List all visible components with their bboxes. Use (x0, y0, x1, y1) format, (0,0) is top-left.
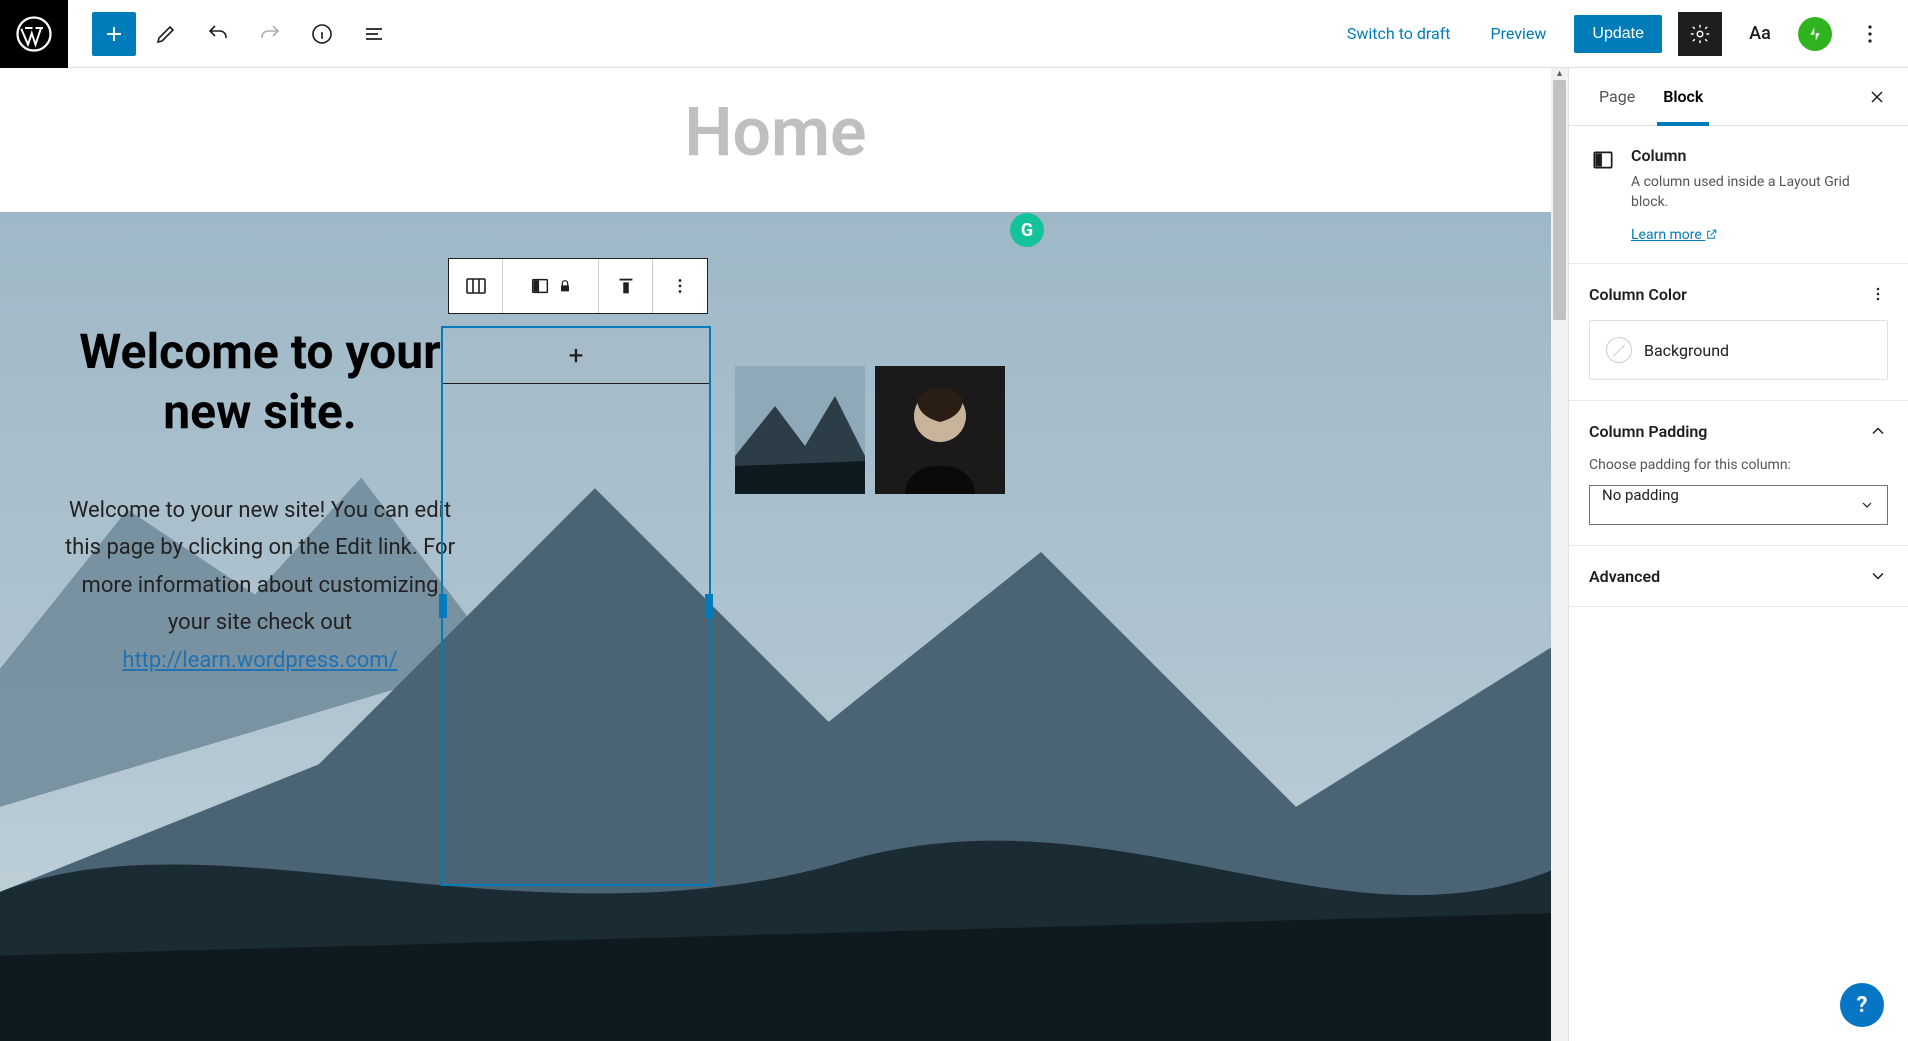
canvas-wrap: Home G + (0, 68, 1568, 1041)
typography-button[interactable]: Aa (1738, 23, 1782, 44)
block-name: Column (1631, 146, 1888, 165)
preview-link[interactable]: Preview (1479, 16, 1559, 51)
column-icon (1589, 146, 1617, 174)
wordpress-logo[interactable] (0, 0, 68, 68)
add-block-button[interactable] (92, 12, 136, 56)
info-button[interactable] (300, 12, 344, 56)
panel-color-title: Column Color (1589, 285, 1687, 304)
column-lock-button[interactable] (503, 259, 599, 313)
panel-padding-toggle[interactable]: Column Padding (1589, 421, 1888, 441)
background-label: Background (1644, 341, 1729, 360)
gallery-image-portrait[interactable] (875, 366, 1005, 494)
editor-topbar: Switch to draft Preview Update Aa (0, 0, 1908, 68)
color-more-icon[interactable] (1868, 284, 1888, 304)
lock-icon (557, 278, 573, 294)
parent-columns-button[interactable] (449, 259, 503, 313)
tab-block[interactable]: Block (1649, 68, 1717, 125)
redo-button[interactable] (248, 12, 292, 56)
padding-help: Choose padding for this column: (1589, 457, 1888, 473)
jetpack-button[interactable] (1798, 17, 1832, 51)
update-button[interactable]: Update (1574, 15, 1662, 53)
chevron-down-icon (1868, 566, 1888, 586)
gallery-image-mountain[interactable] (735, 366, 865, 494)
toolbar-right: Switch to draft Preview Update Aa (1335, 12, 1908, 56)
edit-tool-button[interactable] (144, 12, 188, 56)
welcome-block[interactable]: Welcome to your new site. Welcome to you… (60, 322, 460, 679)
editor-main: Home G + (0, 68, 1908, 1041)
tab-page[interactable]: Page (1585, 68, 1649, 125)
learn-link[interactable]: http://learn.wordpress.com/ (122, 648, 397, 673)
help-fab[interactable]: ? (1840, 983, 1884, 1027)
sidebar-tabs: Page Block (1569, 68, 1908, 126)
switch-to-draft-link[interactable]: Switch to draft (1335, 16, 1463, 51)
welcome-heading[interactable]: Welcome to your new site. (60, 322, 460, 442)
scrollbar-thumb[interactable] (1553, 80, 1566, 320)
panel-advanced-toggle[interactable]: Advanced (1589, 566, 1888, 586)
toolbar-left (68, 12, 396, 56)
grammarly-badge[interactable]: G (1010, 213, 1044, 247)
editor-canvas[interactable]: Home G + (0, 68, 1551, 1041)
welcome-paragraph[interactable]: Welcome to your new site! You can edit t… (60, 492, 460, 679)
close-sidebar-button[interactable] (1862, 82, 1892, 112)
background-color-row[interactable]: Background (1589, 320, 1888, 380)
color-swatch-none (1606, 337, 1632, 363)
undo-button[interactable] (196, 12, 240, 56)
padding-select[interactable]: No padding (1589, 485, 1888, 525)
panel-column-padding: Column Padding Choose padding for this c… (1569, 401, 1908, 546)
block-description: Column A column used inside a Layout Gri… (1569, 126, 1908, 264)
panel-column-color: Column Color Background (1569, 264, 1908, 401)
page-title[interactable]: Home (0, 68, 1551, 212)
hero-section: Welcome to your new site. Welcome to you… (0, 212, 1551, 1032)
learn-more-link[interactable]: Learn more (1631, 227, 1718, 243)
panel-advanced: Advanced (1569, 546, 1908, 607)
block-desc: A column used inside a Layout Grid block… (1631, 173, 1888, 212)
selected-column[interactable]: + (441, 326, 711, 886)
settings-sidebar: Page Block Column A column used inside a… (1568, 68, 1908, 1041)
align-button[interactable] (599, 259, 653, 313)
more-options-button[interactable] (1848, 12, 1892, 56)
canvas-scrollbar[interactable]: ▴ (1551, 68, 1568, 1041)
chevron-up-icon (1868, 421, 1888, 441)
resize-handle-left[interactable] (439, 594, 447, 618)
block-appender[interactable]: + (443, 328, 709, 384)
settings-button[interactable] (1678, 12, 1722, 56)
block-more-button[interactable] (653, 259, 707, 313)
chevron-down-icon (1859, 497, 1875, 513)
resize-handle-right[interactable] (705, 594, 713, 618)
block-toolbar (448, 258, 708, 314)
listview-button[interactable] (352, 12, 396, 56)
